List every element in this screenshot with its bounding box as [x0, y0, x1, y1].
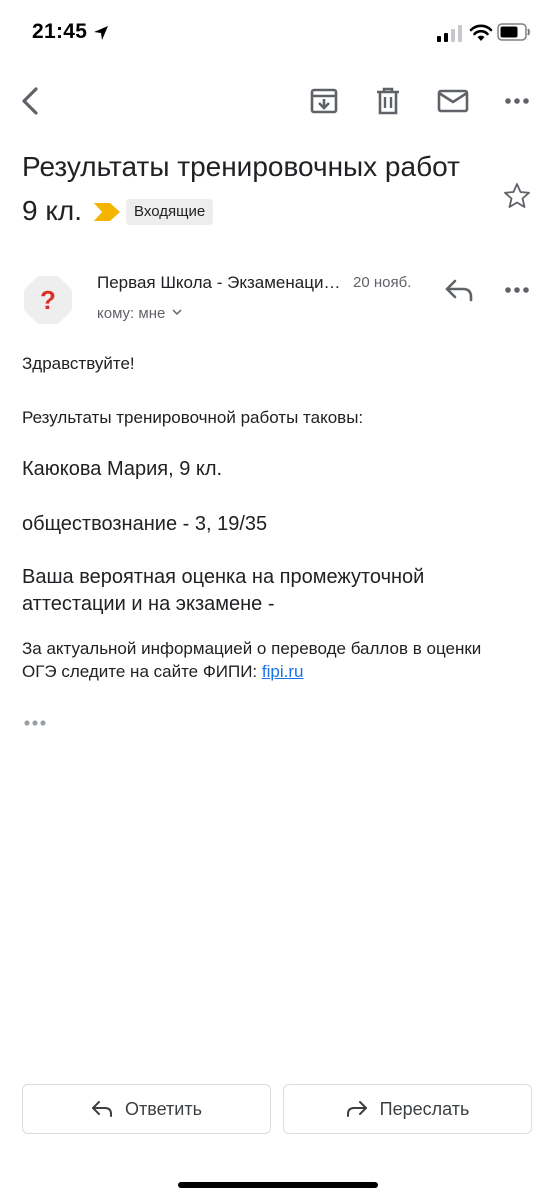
inbox-label-chip[interactable]: Входящие — [126, 199, 214, 225]
cellular-signal-icon — [437, 25, 462, 42]
reply-button-label: Ответить — [125, 1098, 202, 1119]
body-student: Каюкова Мария, 9 кл. — [22, 458, 223, 480]
location-arrow-icon — [94, 26, 108, 40]
fipi-link[interactable]: fipi.ru — [262, 662, 304, 681]
forward-arrow-icon — [346, 1101, 367, 1117]
email-subject: Результаты тренировочных работ 9 кл. Вхо… — [22, 145, 462, 233]
archive-icon[interactable] — [308, 85, 340, 117]
reply-arrow-icon — [92, 1101, 113, 1117]
reply-button[interactable]: Ответить — [22, 1084, 271, 1134]
body-result: обществознание - 3, 19/35 — [22, 513, 268, 535]
reply-icon[interactable] — [443, 276, 475, 304]
forward-button-label: Переслать — [379, 1098, 470, 1119]
trash-icon[interactable] — [372, 85, 404, 117]
home-indicator[interactable] — [178, 1182, 378, 1188]
status-time: 21:45 — [32, 20, 88, 43]
body-greeting: Здравствуйте! — [22, 354, 135, 373]
mail-icon[interactable] — [436, 85, 470, 117]
recipient-text: кому: мне — [97, 305, 166, 322]
sender-name[interactable]: Первая Школа - Экзаменационный — [97, 273, 342, 293]
body-info-text: За актуальной информацией о переводе бал… — [22, 639, 482, 681]
email-screen: 21:45 Результаты тренировочных работ 9 к… — [0, 0, 555, 1200]
sender-avatar[interactable]: ? — [22, 274, 74, 326]
show-trimmed-content-icon[interactable] — [22, 716, 48, 730]
body-intro: Результаты тренировочной работы таковы: — [22, 408, 364, 427]
more-horizontal-icon[interactable] — [500, 85, 534, 117]
wifi-icon — [469, 24, 493, 41]
body-info: За актуальной информацией о переводе бал… — [22, 637, 492, 683]
important-label-icon[interactable] — [94, 203, 121, 221]
subject-text: Результаты тренировочных работ 9 кл. — [22, 151, 460, 226]
chevron-down-icon — [172, 309, 182, 316]
avatar-glyph: ? — [40, 285, 56, 315]
message-more-icon[interactable] — [500, 274, 534, 306]
star-outline-icon[interactable] — [502, 181, 532, 211]
recipient-toggle[interactable]: кому: мне — [97, 305, 183, 322]
email-date: 20 нояб. — [353, 274, 412, 291]
body-estimate: Ваша вероятная оценка на промежуточной а… — [22, 566, 425, 615]
back-arrow-icon[interactable] — [14, 84, 48, 118]
status-bar: 21:45 — [0, 0, 555, 66]
forward-button[interactable]: Переслать — [283, 1084, 532, 1134]
battery-icon — [497, 23, 530, 41]
